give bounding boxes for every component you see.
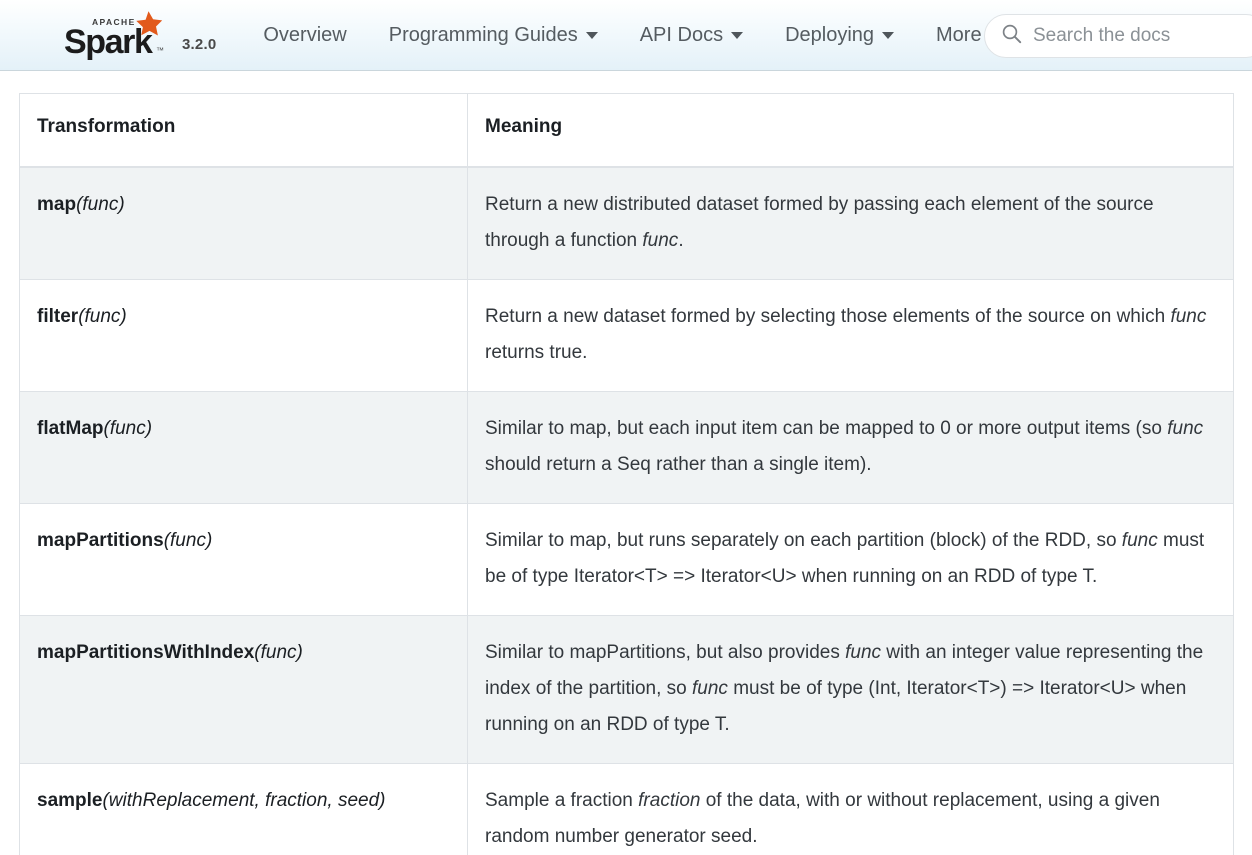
table-row: sample(withReplacement, fraction, seed)S… [20, 763, 1234, 855]
cell-meaning: Similar to map, but each input item can … [468, 391, 1234, 503]
transformation-arguments: (func) [104, 418, 153, 439]
nav-item-label: Programming Guides [389, 24, 578, 47]
table-body: map(func)Return a new distributed datase… [20, 167, 1234, 855]
transformation-function-name: mapPartitionsWithIndex [37, 642, 254, 663]
transformation-arguments: (func) [254, 642, 303, 663]
meaning-emphasis: func [1167, 418, 1203, 439]
search-box[interactable] [984, 14, 1252, 58]
table-header-row: Transformation Meaning [20, 94, 1234, 167]
nav-item-label: More [936, 24, 982, 47]
meaning-emphasis: func [845, 642, 881, 663]
meaning-text: Similar to map, but each input item can … [485, 418, 1167, 439]
svg-text:™: ™ [156, 46, 164, 55]
transformation-arguments: (withReplacement, fraction, seed) [102, 790, 385, 811]
transformation-function-name: sample [37, 790, 102, 811]
apache-spark-logo-icon: APACHE Spark ™ [60, 9, 178, 61]
nav-item-deploying[interactable]: Deploying [764, 24, 915, 47]
nav-item-label: Deploying [785, 24, 874, 47]
cell-meaning: Similar to map, but runs separately on e… [468, 503, 1234, 615]
transformation-function-name: flatMap [37, 418, 104, 439]
meaning-text: Similar to map, but runs separately on e… [485, 530, 1122, 551]
cell-transformation: sample(withReplacement, fraction, seed) [20, 763, 468, 855]
meaning-emphasis: func [692, 678, 728, 699]
site-navbar: APACHE Spark ™ 3.2.0 Overview Programmin… [0, 0, 1252, 71]
spark-version-label: 3.2.0 [182, 36, 216, 53]
search-icon [1001, 23, 1022, 49]
cell-meaning: Similar to mapPartitions, but also provi… [468, 615, 1234, 763]
cell-transformation: flatMap(func) [20, 391, 468, 503]
nav-item-programming-guides[interactable]: Programming Guides [368, 24, 619, 47]
cell-transformation: filter(func) [20, 279, 468, 391]
main-content: Transformation Meaning map(func)Return a… [19, 93, 1233, 855]
table-row: mapPartitions(func) Similar to map, but r… [20, 503, 1234, 615]
transformation-function-name: filter [37, 306, 78, 327]
transformations-table: Transformation Meaning map(func)Return a… [19, 93, 1234, 855]
chevron-down-icon [586, 32, 598, 39]
meaning-emphasis: func [1122, 530, 1158, 551]
column-header-transformation: Transformation [20, 94, 468, 167]
meaning-text: Return a new distributed dataset formed … [485, 194, 1154, 251]
table-row: flatMap(func) Similar to map, but each in… [20, 391, 1234, 503]
cell-transformation: mapPartitions(func) [20, 503, 468, 615]
nav-item-label: Overview [263, 24, 346, 47]
page-content: Transformation Meaning map(func)Return a… [0, 71, 1252, 855]
meaning-emphasis: func [642, 230, 678, 251]
column-header-meaning: Meaning [468, 94, 1234, 167]
svg-text:Spark: Spark [64, 23, 153, 61]
meaning-text: returns true. [485, 342, 587, 363]
cell-meaning: Sample a fraction fraction of the data, … [468, 763, 1234, 855]
transformation-arguments: (func) [76, 194, 125, 215]
meaning-emphasis: fraction [638, 790, 700, 811]
transformation-arguments: (func) [78, 306, 127, 327]
meaning-text: . [678, 230, 683, 251]
chevron-down-icon [882, 32, 894, 39]
meaning-text: Return a new dataset formed by selecting… [485, 306, 1170, 327]
meaning-emphasis: func [1170, 306, 1206, 327]
nav-item-label: API Docs [640, 24, 723, 47]
chevron-down-icon [731, 32, 743, 39]
brand-home-link[interactable]: APACHE Spark ™ 3.2.0 [60, 9, 216, 61]
table-row: mapPartitionsWithIndex(func) Similar to m… [20, 615, 1234, 763]
table-head: Transformation Meaning [20, 94, 1234, 167]
search-input[interactable] [1033, 25, 1251, 47]
cell-transformation: map(func) [20, 167, 468, 280]
meaning-text: should return a Seq rather than a single… [485, 454, 872, 475]
transformation-function-name: map [37, 194, 76, 215]
transformation-function-name: mapPartitions [37, 530, 164, 551]
nav-item-api-docs[interactable]: API Docs [619, 24, 764, 47]
transformation-arguments: (func) [164, 530, 213, 551]
cell-meaning: Return a new dataset formed by selecting… [468, 279, 1234, 391]
table-row: filter(func) Return a new dataset formed … [20, 279, 1234, 391]
meaning-text: Similar to mapPartitions, but also provi… [485, 642, 845, 663]
table-row: map(func) Return a new distributed datase… [20, 167, 1234, 280]
primary-nav: Overview Programming Guides API Docs Dep… [242, 0, 1022, 70]
nav-item-overview[interactable]: Overview [242, 24, 367, 47]
cell-meaning: Return a new distributed dataset formed … [468, 167, 1234, 280]
meaning-text: Sample a fraction [485, 790, 638, 811]
cell-transformation: mapPartitionsWithIndex(func) [20, 615, 468, 763]
